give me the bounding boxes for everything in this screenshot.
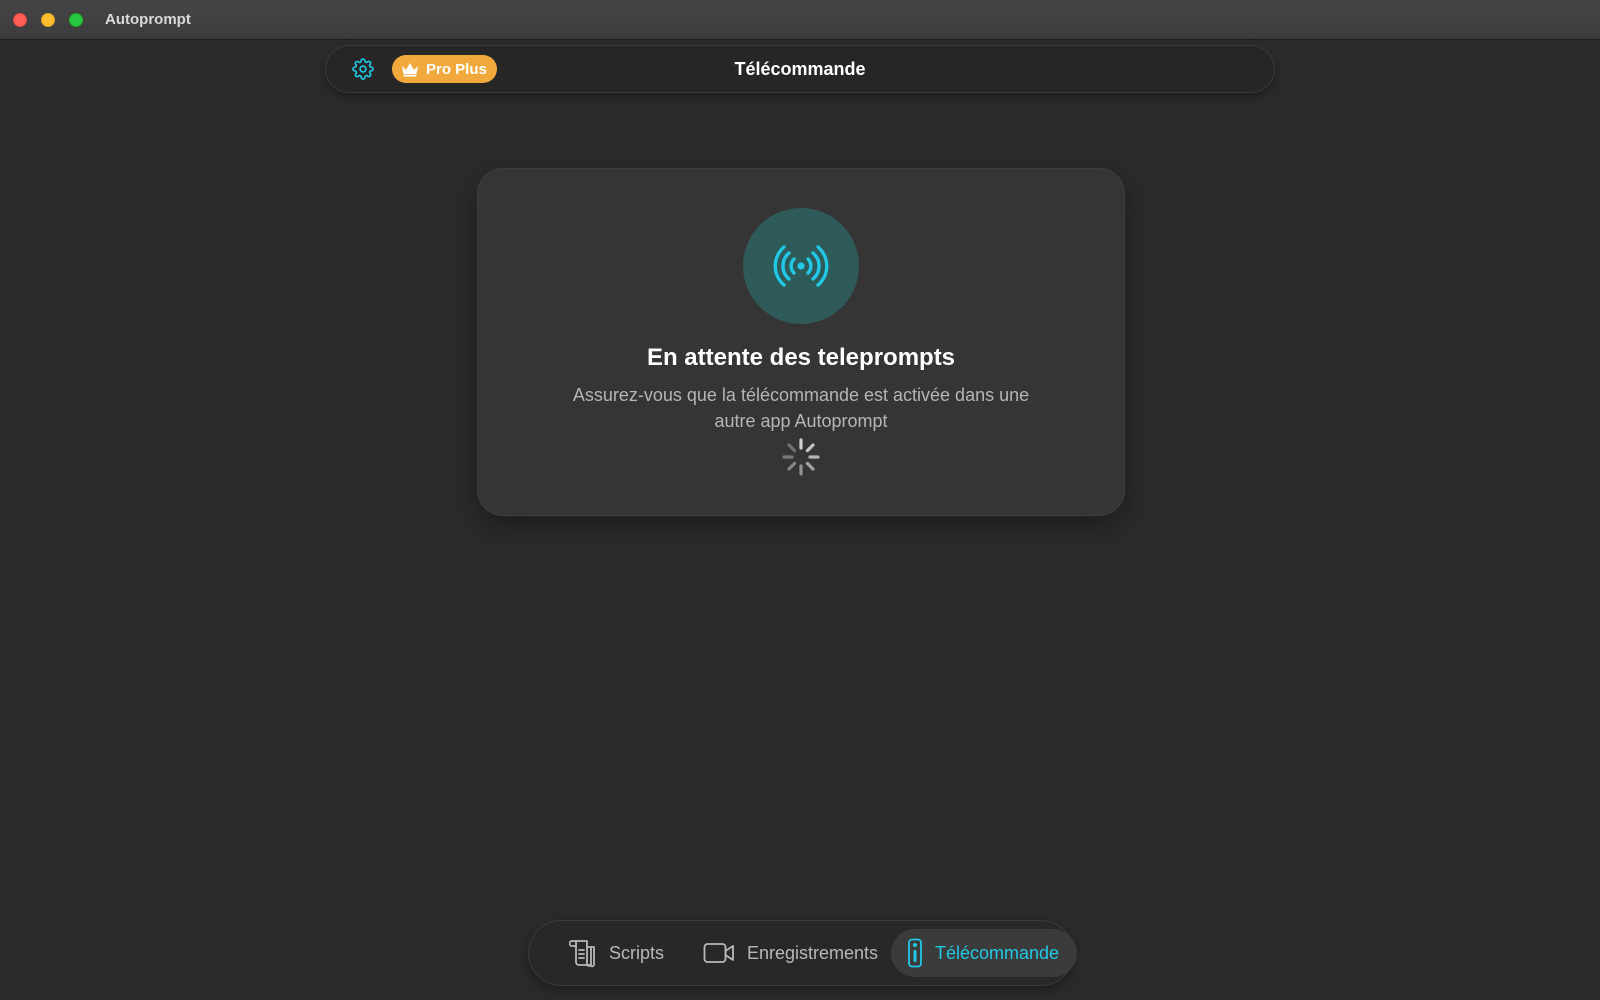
waiting-card: En attente des teleprompts Assurez-vous … (477, 168, 1125, 516)
remote-control-icon (908, 938, 922, 968)
broadcast-signal-icon (773, 245, 829, 287)
tab-remote-label: Télécommande (935, 942, 1060, 963)
app-window: Autoprompt Pro Plus Télécommande En atte… (0, 0, 1600, 1000)
app-title: Autoprompt (105, 11, 191, 28)
bottom-tab-bar: Scripts Enregistrements Télécommande (528, 920, 1078, 986)
tab-scripts-label: Scripts (609, 942, 665, 963)
tab-recordings[interactable]: Enregistrements (693, 929, 888, 977)
spinner-icon (782, 438, 820, 476)
waiting-title: En attente des teleprompts (646, 344, 956, 371)
signal-icon-circle (743, 208, 859, 324)
close-window-button[interactable] (13, 13, 27, 27)
tab-remote[interactable]: Télécommande (891, 929, 1078, 977)
tab-scripts[interactable]: Scripts (559, 929, 674, 977)
tab-recordings-label: Enregistrements (747, 942, 879, 963)
top-header-bar: Pro Plus Télécommande (325, 45, 1275, 93)
video-camera-icon (703, 943, 734, 963)
title-bar: Autoprompt (0, 0, 1600, 40)
page-title: Télécommande (734, 59, 866, 79)
maximize-window-button[interactable] (69, 13, 83, 27)
script-scroll-icon (569, 940, 595, 968)
minimize-window-button[interactable] (41, 13, 55, 27)
waiting-description: Assurez-vous que la télécommande est act… (572, 385, 1030, 431)
